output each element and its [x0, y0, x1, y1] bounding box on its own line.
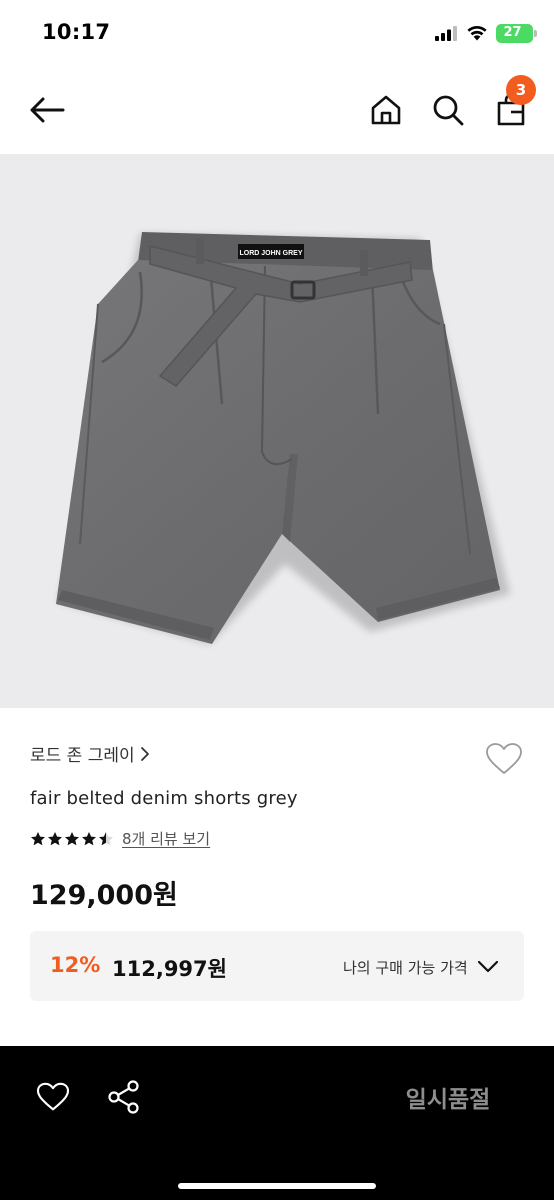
cellular-signal-icon: [435, 26, 457, 45]
wifi-icon: [466, 24, 488, 45]
home-button[interactable]: [362, 86, 410, 134]
status-bar: 10:17 27: [0, 0, 554, 70]
chevron-down-icon: [476, 955, 500, 979]
bottom-action-bar: 일시품절: [0, 1046, 554, 1200]
wishlist-button[interactable]: [482, 738, 526, 780]
home-indicator: [178, 1183, 376, 1189]
home-icon: [371, 95, 401, 125]
product-title: fair belted denim shorts grey: [30, 788, 298, 809]
header: [0, 70, 554, 154]
review-link[interactable]: 8개 리뷰 보기: [122, 828, 210, 849]
status-time: 10:17: [42, 20, 111, 44]
chevron-right-icon: [140, 746, 149, 761]
garment-label: LORD JOHN GREY: [239, 250, 302, 257]
brand-link[interactable]: 로드 존 그레이: [30, 741, 151, 766]
discount-price-toggle[interactable]: 12% 112,997원 나의 구매 가능 가격: [30, 931, 524, 1001]
discount-rate: 12%: [50, 953, 101, 977]
share-button[interactable]: [104, 1077, 144, 1117]
star-filled-icon: [82, 831, 96, 845]
rating-stars: [30, 831, 114, 847]
product-image[interactable]: LORD JOHN GREY: [0, 154, 554, 708]
search-button[interactable]: [424, 86, 472, 134]
brand-name: 로드 존 그레이: [30, 746, 135, 766]
shorts-illustration: LORD JOHN GREY: [56, 232, 510, 644]
star-filled-icon: [48, 831, 62, 845]
bottom-wishlist-button[interactable]: [33, 1077, 73, 1117]
soldout-button[interactable]: 일시품절: [360, 1072, 536, 1122]
battery-icon: 27: [496, 24, 533, 43]
back-button[interactable]: [23, 86, 71, 134]
battery-cap: [534, 30, 537, 37]
battery-level: 27: [503, 25, 522, 40]
star-half-icon: [99, 831, 113, 845]
cart-count-badge: 3: [506, 75, 536, 105]
heart-icon: [36, 1082, 70, 1111]
star-filled-icon: [65, 831, 79, 845]
back-arrow-icon: [30, 97, 65, 123]
star-filled-icon: [31, 831, 45, 845]
heart-outline-icon: [486, 743, 522, 774]
rating-row: 8개 리뷰 보기: [30, 828, 210, 849]
discount-price: 112,997원: [112, 957, 227, 981]
discount-label: 나의 구매 가능 가격: [343, 959, 468, 977]
product-price: 129,000원: [30, 880, 178, 911]
search-icon: [433, 95, 464, 126]
share-icon: [108, 1080, 139, 1114]
